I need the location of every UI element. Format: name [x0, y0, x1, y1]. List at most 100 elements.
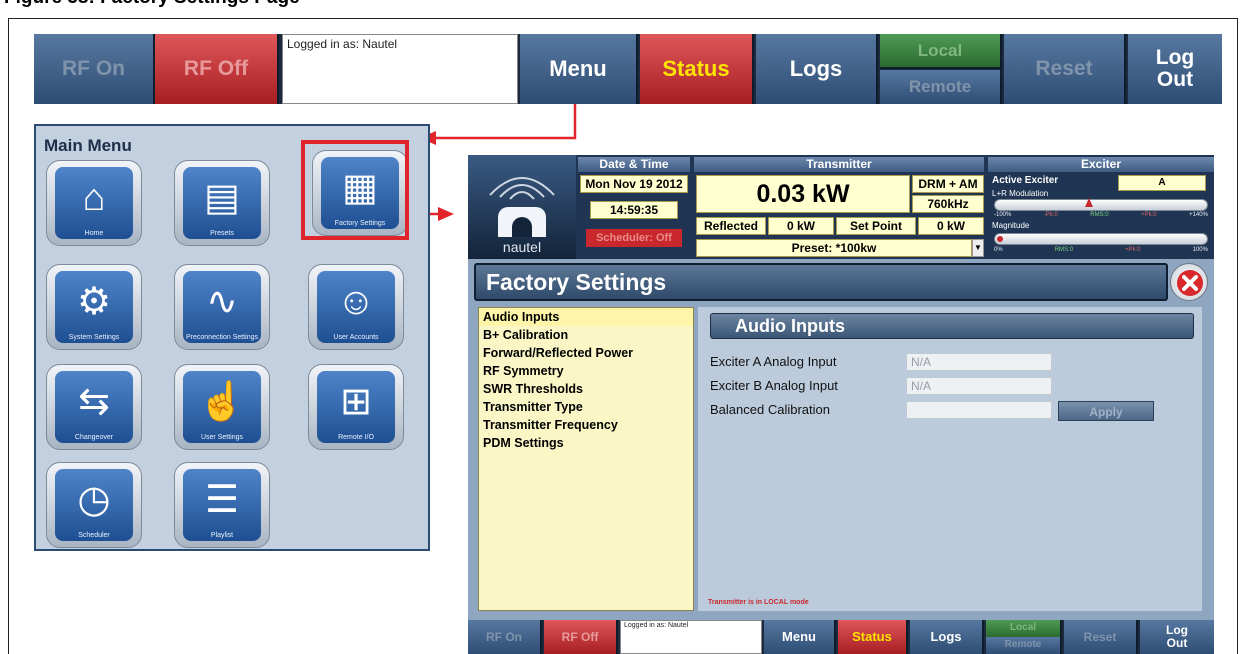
lr-modulation-label: L+R Modulation	[992, 189, 1049, 198]
menu-item-label: Presets	[210, 230, 234, 237]
apply-button[interactable]: Apply	[1058, 401, 1154, 421]
status-label-mini: Status	[852, 629, 892, 645]
logs-button-mini[interactable]: Logs	[910, 620, 984, 654]
lr-scale-tick: -100%	[994, 212, 1012, 218]
setpoint-value: 0 kW	[918, 217, 984, 235]
nautel-logo-icon	[498, 207, 546, 237]
exciter-b-field[interactable]: N/A	[906, 377, 1052, 395]
menu-item-label: System Settings	[68, 334, 120, 341]
rf-off-button-mini[interactable]: RF Off	[544, 620, 618, 654]
preset-dropdown-icon[interactable]: ▼	[972, 239, 984, 257]
scheduler-button[interactable]: Scheduler: Off	[586, 229, 682, 247]
lr-scale-tick: +Pk:0	[1141, 212, 1157, 218]
menu-item-presets[interactable]: ▤ Presets	[174, 160, 270, 246]
playlist-icon: ☰	[204, 479, 240, 521]
transmitter-screen: nautel Date & Time Mon Nov 19 2012 14:59…	[468, 155, 1214, 654]
bottom-bar: RF On RF Off Logged in as: Nautel Menu S…	[468, 620, 1214, 654]
magnitude-bar	[994, 233, 1208, 245]
menu-item-label: User Settings	[200, 434, 244, 441]
menu-item-face: ⇆ Changeover	[55, 371, 133, 443]
list-item-audio-inputs[interactable]: Audio Inputs	[479, 308, 693, 326]
active-exciter-label: Active Exciter	[992, 175, 1059, 186]
lr-scale-tick: -Pk:0	[1043, 212, 1058, 218]
txi-icon: ∿	[206, 281, 238, 323]
magnitude-label: Magnitude	[992, 221, 1030, 230]
menu-item-user-accounts[interactable]: ☺ User Accounts	[308, 264, 404, 350]
active-exciter-value: A	[1118, 175, 1206, 191]
close-icon	[1177, 270, 1203, 296]
menu-item-system-settings[interactable]: ⚙ System Settings	[46, 264, 142, 350]
list-item-pdm-settings[interactable]: PDM Settings	[479, 434, 693, 452]
brand-panel: nautel	[468, 155, 576, 259]
local-button-mini[interactable]: Local	[986, 620, 1062, 637]
menu-item-remote-i-o[interactable]: ⊞ Remote I/O	[308, 364, 404, 450]
menu-item-preconnection-settings[interactable]: ∿ Preconnection Settings	[174, 264, 270, 350]
exciter-header: Exciter	[988, 157, 1214, 172]
menu-item-face: ⊞ Remote I/O	[317, 371, 395, 443]
balanced-calibration-label: Balanced Calibration	[710, 402, 830, 417]
menu-button-mini[interactable]: Menu	[764, 620, 836, 654]
setpoint-label: Set Point	[836, 217, 916, 235]
menu-item-home[interactable]: ⌂ Home	[46, 160, 142, 246]
users-icon: ☺	[336, 281, 376, 323]
close-button[interactable]	[1170, 263, 1208, 301]
menu-item-label: User Accounts	[333, 334, 379, 341]
date-time-header: Date & Time	[578, 157, 690, 172]
reflected-value: 0 kW	[768, 217, 834, 235]
exciter-b-label: Exciter B Analog Input	[710, 378, 838, 393]
menu-item-face: ▤ Presets	[183, 167, 261, 239]
status-button-mini[interactable]: Status	[838, 620, 908, 654]
lr-scale: -100% -Pk:0 RMS:0 +Pk:0 +140%	[994, 212, 1208, 218]
list-item-rf-symmetry[interactable]: RF Symmetry	[479, 362, 693, 380]
balanced-calibration-field[interactable]	[906, 401, 1052, 419]
mag-scale-tick: RMS:0	[1054, 247, 1074, 253]
mag-scale-tick: +Pk:0	[1125, 247, 1141, 253]
section-title: Audio Inputs	[710, 313, 1194, 339]
menu-item-playlist[interactable]: ☰ Playlist	[174, 462, 270, 548]
mag-scale-tick: 100%	[1192, 247, 1208, 253]
list-item-b-calibration[interactable]: B+ Calibration	[479, 326, 693, 344]
status-header: nautel Date & Time Mon Nov 19 2012 14:59…	[468, 155, 1214, 259]
list-item-transmitter-type[interactable]: Transmitter Type	[479, 398, 693, 416]
menu-item-label: Preconnection Settings	[186, 334, 258, 341]
menu-item-face: ◷ Scheduler	[55, 469, 133, 541]
brand-name: nautel	[502, 239, 542, 255]
io-icon: ⊞	[340, 381, 372, 423]
list-item-swr-thresholds[interactable]: SWR Thresholds	[479, 380, 693, 398]
remote-button-mini[interactable]: Remote	[986, 637, 1062, 654]
logout-button-mini[interactable]: Log Out	[1140, 620, 1214, 654]
signal-arcs-icon	[489, 177, 555, 200]
logout-line2-mini: Out	[1166, 636, 1188, 650]
mode-value: DRM + AM	[912, 175, 984, 193]
frequency-value: 760kHz	[912, 195, 984, 213]
exciter-a-field[interactable]: N/A	[906, 353, 1052, 371]
folder-icon: ▤	[204, 177, 240, 219]
rf-on-button-mini[interactable]: RF On	[468, 620, 542, 654]
transmitter-header: Transmitter	[694, 157, 984, 172]
menu-item-label: Changeover	[74, 434, 114, 441]
exciter-a-label: Exciter A Analog Input	[710, 354, 837, 369]
lr-scale-tick: +140%	[1189, 212, 1208, 218]
menu-item-label: Home	[84, 230, 104, 237]
reset-button-mini[interactable]: Reset	[1064, 620, 1138, 654]
menu-item-user-settings[interactable]: ☝ User Settings	[174, 364, 270, 450]
changeover-icon: ⇆	[78, 381, 110, 423]
menu-item-changeover[interactable]: ⇆ Changeover	[46, 364, 142, 450]
reflected-label: Reflected	[696, 217, 766, 235]
list-item-transmitter-frequency[interactable]: Transmitter Frequency	[479, 416, 693, 434]
menu-item-face: ⚙ System Settings	[55, 271, 133, 343]
mag-scale-tick: 0%	[994, 247, 1003, 253]
main-menu-panel: Main Menu ⌂ Home ▤ Presets ▦ Factory Settings…	[34, 124, 430, 551]
audio-inputs-panel: Audio Inputs Exciter A Analog Input N/A …	[698, 307, 1202, 611]
menu-item-label: Remote I/O	[338, 434, 374, 441]
factory-settings-highlight	[301, 140, 409, 240]
date-value: Mon Nov 19 2012	[580, 175, 688, 193]
factory-settings-list: Audio Inputs B+ Calibration Forward/Refl…	[478, 307, 694, 611]
menu-item-face: ∿ Preconnection Settings	[183, 271, 261, 343]
mag-scale: 0% RMS:0 +Pk:0 100%	[994, 247, 1208, 253]
list-item-forward-reflected-power[interactable]: Forward/Reflected Power	[479, 344, 693, 362]
logged-in-label-mini: Logged in as: Nautel	[620, 620, 762, 654]
menu-item-scheduler[interactable]: ◷ Scheduler	[46, 462, 142, 548]
menu-item-face: ☝ User Settings	[183, 371, 261, 443]
menu-item-label: Scheduler	[78, 532, 110, 539]
